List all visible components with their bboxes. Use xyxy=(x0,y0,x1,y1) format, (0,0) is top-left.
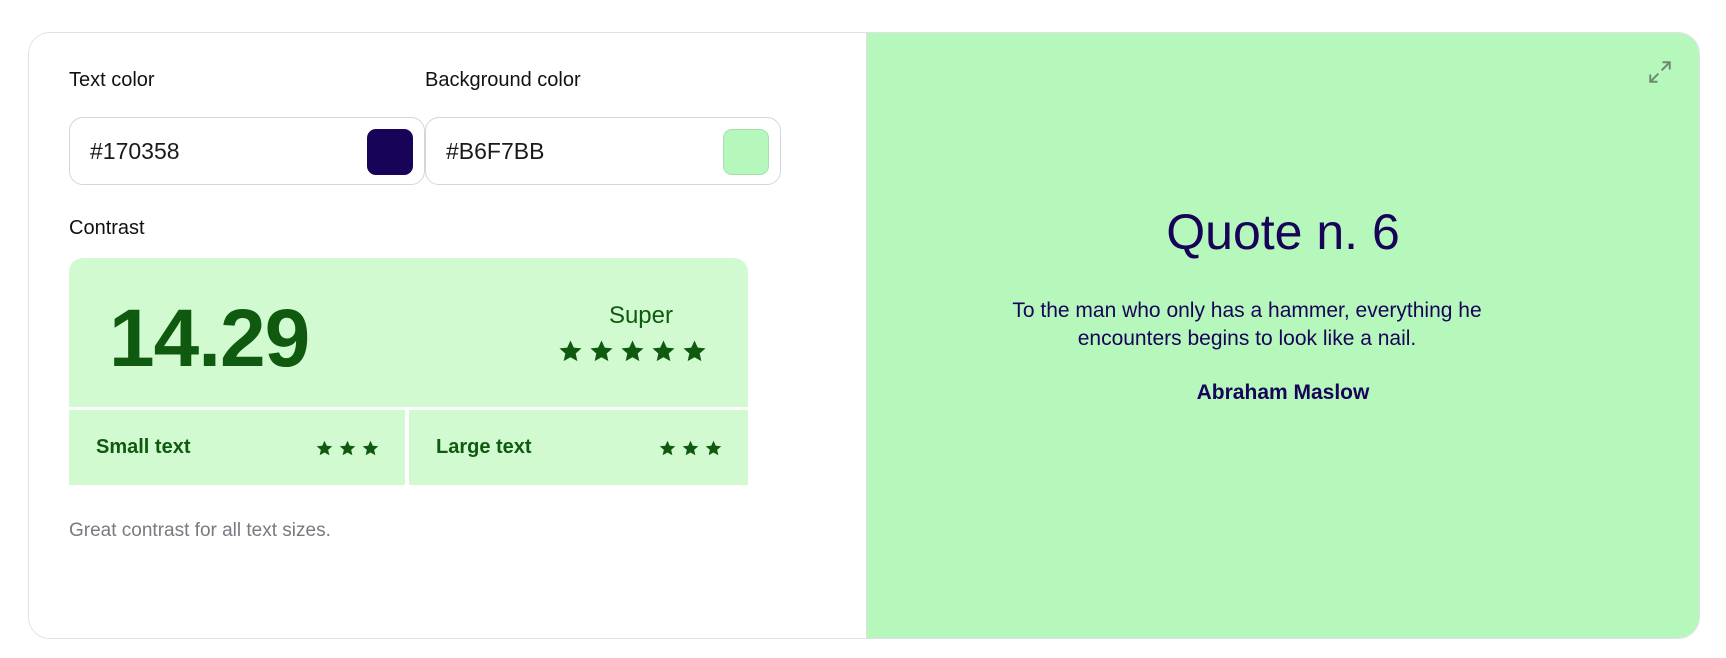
preview-panel: Quote n. 6 To the man who only has a ham… xyxy=(867,33,1699,638)
background-color-input[interactable]: #B6F7BB xyxy=(425,117,781,185)
star-icon xyxy=(652,340,675,362)
large-text-stars xyxy=(658,439,723,458)
star-icon xyxy=(705,440,722,456)
text-color-input[interactable]: #170358 xyxy=(69,117,425,185)
background-color-swatch[interactable] xyxy=(723,129,769,175)
contrast-ratio: 14.29 xyxy=(109,293,310,384)
contrast-checker-card: Text color Background color #170358 #B6F… xyxy=(28,32,1700,639)
text-color-label: Text color xyxy=(69,69,155,91)
text-color-value[interactable]: #170358 xyxy=(90,118,180,184)
star-icon xyxy=(590,340,613,362)
star-icon xyxy=(621,340,644,362)
quote-text: To the man who only has a hammer, everyt… xyxy=(1012,299,1482,350)
star-icon xyxy=(659,440,676,456)
large-text-label: Large text xyxy=(436,436,532,458)
star-icon xyxy=(339,440,356,456)
star-icon xyxy=(362,440,379,456)
controls-panel: Text color Background color #170358 #B6F… xyxy=(29,33,867,638)
star-icon xyxy=(683,340,706,362)
contrast-rating: Super xyxy=(608,302,673,329)
text-color-swatch[interactable] xyxy=(367,129,413,175)
star-icon xyxy=(682,440,699,456)
rating-stars xyxy=(557,338,708,365)
contrast-result-box: 14.29 Super Small text Large text xyxy=(69,258,748,508)
quote-author: Abraham Maslow xyxy=(1196,381,1370,404)
expand-icon[interactable] xyxy=(1647,59,1673,85)
small-text-stars xyxy=(315,439,380,458)
background-color-label: Background color xyxy=(425,69,581,91)
background-color-value[interactable]: #B6F7BB xyxy=(446,118,544,184)
contrast-summary: 14.29 Super xyxy=(69,258,748,407)
quote-title: Quote n. 6 xyxy=(1166,204,1400,260)
star-icon xyxy=(559,340,582,362)
contrast-note: Great contrast for all text sizes. xyxy=(69,520,331,541)
contrast-label: Contrast xyxy=(69,217,145,239)
large-text-rating: Large text xyxy=(409,410,748,485)
small-text-label: Small text xyxy=(96,436,191,458)
star-icon xyxy=(316,440,333,456)
small-text-rating: Small text xyxy=(69,410,405,485)
